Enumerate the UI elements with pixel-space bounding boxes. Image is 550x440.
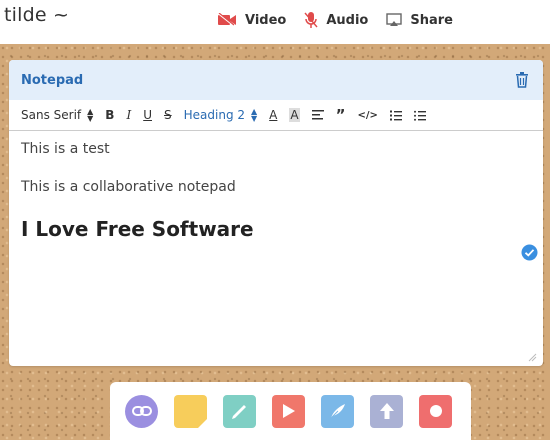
background-color-icon[interactable]: A — [289, 108, 300, 122]
sticky-note-icon — [198, 418, 207, 428]
app-logo: tilde ~ — [4, 4, 70, 26]
notepad-header: Notepad — [9, 60, 543, 100]
pen-button[interactable] — [223, 394, 256, 428]
video-off-icon — [218, 13, 236, 27]
select-arrows-icon: ▲ ▼ — [87, 107, 94, 123]
draw-button[interactable] — [321, 394, 354, 428]
paragraph: This is a test — [21, 141, 110, 157]
upload-arrow-icon — [379, 403, 394, 419]
audio-button[interactable]: Audio — [304, 10, 368, 30]
play-icon — [282, 404, 295, 418]
heading: I Love Free Software — [21, 217, 254, 241]
record-icon — [429, 405, 442, 417]
share-label: Share — [410, 12, 453, 28]
editor-toolbar: Sans Serif ▲ ▼ B I U S Heading 2 ▲ ▼ A A ”… — [9, 100, 543, 131]
heading-select[interactable]: Heading 2 ▲ ▼ — [183, 107, 258, 123]
blockquote-icon[interactable]: ” — [336, 106, 346, 124]
notepad-title: Notepad — [21, 72, 84, 88]
bullet-list-icon[interactable] — [413, 110, 426, 121]
screen-share-icon — [386, 13, 403, 26]
italic-icon[interactable]: I — [126, 108, 131, 122]
paragraph: This is a collaborative notepad — [21, 179, 236, 195]
pen-icon — [231, 405, 246, 419]
trash-icon[interactable] — [515, 72, 529, 88]
font-select-value: Sans Serif — [21, 108, 82, 122]
audio-label: Audio — [326, 12, 369, 28]
upload-button[interactable] — [370, 394, 403, 428]
editor-content[interactable]: This is a test This is a collaborative n… — [9, 131, 543, 251]
text-color-icon[interactable]: A — [269, 108, 277, 122]
select-arrows-icon: ▲ ▼ — [251, 107, 258, 123]
check-circle-icon — [521, 244, 538, 261]
underline-icon[interactable]: U — [143, 108, 152, 122]
code-icon[interactable]: </> — [357, 110, 377, 121]
video-button[interactable]: Video — [217, 10, 286, 30]
feather-icon — [329, 404, 345, 420]
bottom-dock — [110, 382, 471, 440]
align-icon[interactable] — [311, 110, 324, 120]
mic-off-icon — [304, 12, 318, 28]
resize-handle-icon[interactable] — [527, 352, 537, 362]
bold-icon[interactable]: B — [105, 108, 114, 122]
record-button[interactable] — [419, 394, 452, 428]
top-nav: Video Audio Share — [217, 10, 453, 30]
link-button[interactable] — [125, 394, 158, 428]
share-button[interactable]: Share — [386, 10, 453, 30]
video-player-button[interactable] — [272, 394, 305, 428]
top-bar: tilde ~ Video Audio Share — [0, 0, 550, 44]
heading-select-value: Heading 2 — [183, 108, 246, 122]
notepad-card: Notepad Sans Serif ▲ ▼ B I U S Heading 2 … — [9, 60, 543, 366]
video-label: Video — [245, 12, 287, 28]
sticky-note-button[interactable] — [174, 394, 207, 428]
ordered-list-icon[interactable] — [389, 110, 402, 121]
link-icon — [131, 406, 152, 416]
font-select[interactable]: Sans Serif ▲ ▼ — [21, 107, 94, 123]
strike-icon[interactable]: S — [164, 108, 172, 122]
